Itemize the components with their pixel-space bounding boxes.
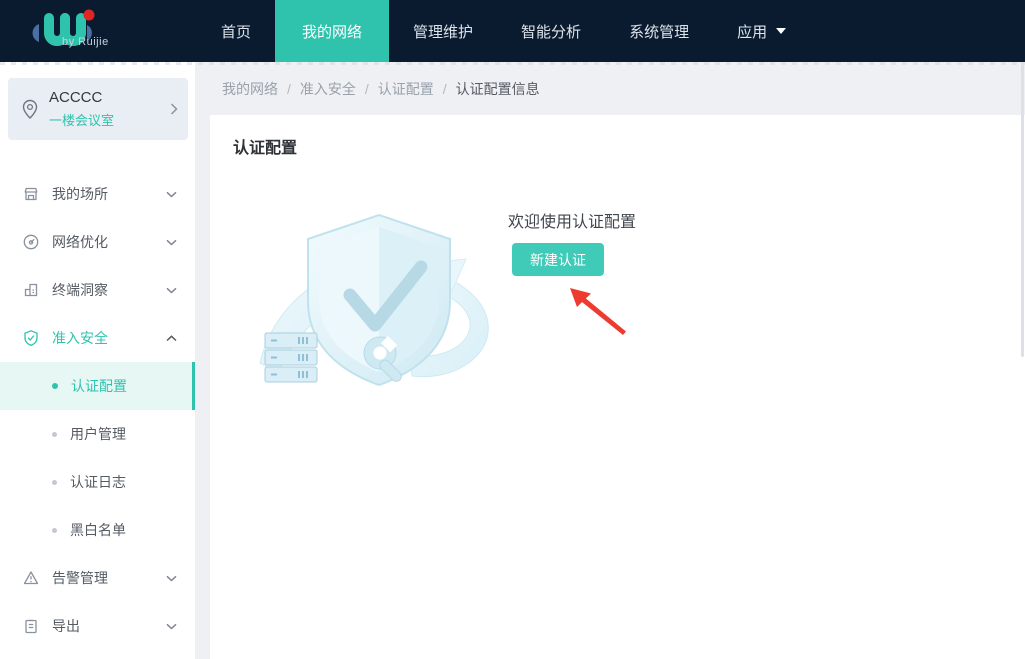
location-pin-icon bbox=[22, 99, 38, 119]
main-nav: 首页 我的网络 管理维护 智能分析 系统管理 应用 bbox=[197, 0, 810, 62]
auth-config-panel: 认证配置 欢迎使用认证配置 新建认证 bbox=[210, 115, 1025, 659]
gauge-icon bbox=[22, 233, 40, 251]
nav-item-system[interactable]: 系统管理 bbox=[605, 0, 713, 62]
chevron-down-icon bbox=[166, 287, 177, 294]
breadcrumb-item[interactable]: 我的网络 bbox=[222, 79, 278, 99]
red-arrow-annotation-icon bbox=[570, 288, 626, 335]
caret-down-icon bbox=[776, 28, 787, 34]
bullet-dot-icon bbox=[52, 431, 57, 437]
nav-item-analytics[interactable]: 智能分析 bbox=[497, 0, 605, 62]
sidebar-subitem-auth-log[interactable]: 认证日志 bbox=[0, 458, 195, 506]
chevron-down-icon bbox=[166, 575, 177, 582]
breadcrumb-item[interactable]: 准入安全 bbox=[300, 79, 356, 99]
sidebar-subitem-blacklist-whitelist[interactable]: 黑白名单 bbox=[0, 506, 195, 554]
bullet-dot-icon bbox=[52, 527, 57, 533]
breadcrumb-item[interactable]: 认证配置 bbox=[378, 79, 434, 99]
chevron-up-icon bbox=[166, 334, 177, 342]
create-auth-button[interactable]: 新建认证 bbox=[512, 243, 604, 276]
breadcrumb: 我的网络 / 准入安全 / 认证配置 / 认证配置信息 bbox=[222, 79, 540, 99]
location-name: ACCCC bbox=[49, 89, 103, 106]
sidebar-subitem-user-management[interactable]: 用户管理 bbox=[0, 410, 195, 458]
nav-item-apps[interactable]: 应用 bbox=[713, 0, 810, 62]
sidebar-item-access-security[interactable]: 准入安全 bbox=[0, 314, 195, 362]
bullet-dot-icon bbox=[52, 383, 58, 389]
content-area: 我的网络 / 准入安全 / 认证配置 / 认证配置信息 认证配置 欢迎使用认证配… bbox=[196, 62, 1025, 659]
logo-byline: by Ruijie bbox=[62, 36, 109, 48]
location-sub-name: 一楼会议室 bbox=[49, 113, 115, 128]
bar-chart-icon bbox=[22, 281, 40, 299]
storefront-icon bbox=[22, 185, 40, 203]
sidebar: ACCCC 一楼会议室 我的场所 网络优化 终端洞察 准入安全 认证配置 用户管… bbox=[0, 62, 196, 659]
nav-item-my-network[interactable]: 我的网络 bbox=[275, 0, 390, 62]
shield-check-icon bbox=[22, 329, 40, 347]
sidebar-item-my-places[interactable]: 我的场所 bbox=[0, 170, 195, 218]
nav-item-maintenance[interactable]: 管理维护 bbox=[389, 0, 497, 62]
page-title: 认证配置 bbox=[233, 140, 298, 157]
bullet-dot-icon bbox=[52, 479, 57, 485]
chevron-down-icon bbox=[166, 623, 177, 630]
sidebar-subitem-auth-config[interactable]: 认证配置 bbox=[0, 362, 195, 410]
alert-triangle-icon bbox=[22, 569, 40, 587]
brand-logo[interactable]: by Ruijie bbox=[0, 0, 197, 62]
sidebar-item-terminal-insight[interactable]: 终端洞察 bbox=[0, 266, 195, 314]
top-navbar: by Ruijie 首页 我的网络 管理维护 智能分析 系统管理 应用 bbox=[0, 0, 1025, 62]
chevron-right-icon bbox=[170, 103, 178, 115]
chevron-down-icon bbox=[166, 191, 177, 198]
dotted-divider bbox=[0, 62, 1025, 65]
shield-illustration bbox=[259, 213, 489, 387]
clipboard-export-icon bbox=[22, 617, 40, 635]
sidebar-item-alarm-management[interactable]: 告警管理 bbox=[0, 554, 195, 602]
breadcrumb-item-current: 认证配置信息 bbox=[455, 80, 540, 97]
vertical-scrollbar[interactable] bbox=[1021, 62, 1024, 357]
location-selector[interactable]: ACCCC 一楼会议室 bbox=[8, 78, 188, 140]
chevron-down-icon bbox=[166, 239, 177, 246]
sidebar-item-network-optimization[interactable]: 网络优化 bbox=[0, 218, 195, 266]
nav-item-home[interactable]: 首页 bbox=[197, 0, 275, 62]
welcome-text: 欢迎使用认证配置 bbox=[508, 214, 637, 231]
sidebar-item-export[interactable]: 导出 bbox=[0, 602, 195, 650]
sidebar-menu: 我的场所 网络优化 终端洞察 准入安全 认证配置 用户管理 认证日志 黑白名单 … bbox=[0, 170, 195, 650]
